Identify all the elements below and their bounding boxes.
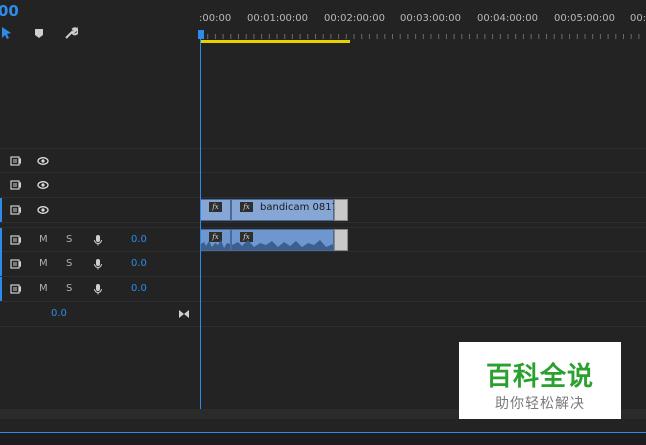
wrench-icon[interactable] <box>64 26 78 40</box>
video-track-row: fx fx bandicam 0817 <box>0 198 646 223</box>
eye-icon[interactable] <box>37 204 49 216</box>
track-header: 0.0 <box>0 302 199 326</box>
sync-lock-icon[interactable] <box>10 258 22 270</box>
track-lane[interactable] <box>199 302 646 326</box>
ruler-label: 00:05:00:00 <box>554 13 616 24</box>
waveform <box>232 240 333 250</box>
sync-lock-icon[interactable] <box>10 204 22 216</box>
track-target-indicator[interactable] <box>0 277 2 301</box>
playhead-handle[interactable] <box>198 30 204 39</box>
clip-label: bandicam 0817 <box>260 202 338 213</box>
master-track-row: 0.0 <box>0 302 646 327</box>
track-target-indicator[interactable] <box>0 228 2 252</box>
clip-end-segment[interactable] <box>334 229 348 251</box>
microphone-icon[interactable] <box>92 234 104 246</box>
track-lane[interactable] <box>199 149 646 173</box>
sync-lock-icon[interactable] <box>10 179 22 191</box>
eye-icon[interactable] <box>37 155 49 167</box>
mute-button[interactable]: M <box>39 283 48 294</box>
microphone-icon[interactable] <box>92 283 104 295</box>
sync-lock-icon[interactable] <box>10 283 22 295</box>
track-header <box>0 198 199 222</box>
audio-track-row: M S 0.0 fx fx <box>0 227 646 252</box>
track-lane[interactable]: fx fx bandicam 0817 <box>199 198 646 222</box>
video-track-row <box>0 148 646 173</box>
track-lane[interactable] <box>199 252 646 276</box>
track-lane[interactable] <box>199 277 646 301</box>
track-volume[interactable]: 0.0 <box>131 258 147 269</box>
video-clip[interactable]: fx <box>200 199 231 221</box>
eye-icon[interactable] <box>37 179 49 191</box>
bottom-panel-edge <box>0 432 646 445</box>
watermark-subtitle: 助你轻松解决 <box>495 396 585 412</box>
track-header <box>0 173 199 197</box>
selection-tool-icon[interactable] <box>0 26 14 40</box>
sync-lock-icon[interactable] <box>10 234 22 246</box>
audio-track-row: M S 0.0 <box>0 277 646 302</box>
audio-track-row: M S 0.0 <box>0 252 646 277</box>
video-track-row <box>0 173 646 198</box>
track-header: M S 0.0 <box>0 228 199 252</box>
ruler-label: :00:00 <box>199 13 232 24</box>
marker-icon[interactable] <box>32 26 46 40</box>
track-header: M S 0.0 <box>0 277 199 301</box>
master-volume[interactable]: 0.0 <box>51 308 67 319</box>
solo-button[interactable]: S <box>66 283 72 294</box>
bowtie-icon[interactable] <box>178 308 190 320</box>
ruler-label: 00:03:00:00 <box>400 13 462 24</box>
track-header: M S 0.0 <box>0 252 199 276</box>
track-target-indicator[interactable] <box>0 252 2 276</box>
ruler-label: 00:04:00:00 <box>477 13 539 24</box>
waveform <box>201 240 230 250</box>
clip-end-segment[interactable] <box>334 199 348 221</box>
ruler-label: 00: <box>630 13 646 24</box>
sync-lock-icon[interactable] <box>10 155 22 167</box>
audio-clip[interactable]: fx <box>200 229 231 251</box>
solo-button[interactable]: S <box>66 258 72 269</box>
current-timecode[interactable]: 00 <box>0 2 19 20</box>
video-clip[interactable]: fx bandicam 0817 <box>231 199 338 221</box>
track-header <box>0 149 199 173</box>
mute-button[interactable]: M <box>39 234 48 245</box>
track-lane[interactable]: fx fx <box>199 228 646 252</box>
fx-badge: fx <box>209 202 222 212</box>
track-target-indicator[interactable] <box>0 198 2 222</box>
watermark-title: 百科全说 <box>485 362 594 392</box>
ruler-ticks <box>199 34 640 39</box>
audio-clip[interactable]: fx <box>231 229 334 251</box>
microphone-icon[interactable] <box>92 258 104 270</box>
ruler-label: 00:02:00:00 <box>324 13 386 24</box>
mute-button[interactable]: M <box>39 258 48 269</box>
track-volume[interactable]: 0.0 <box>131 283 147 294</box>
playhead-line[interactable] <box>200 38 201 410</box>
time-ruler[interactable]: :00:00 00:01:00:00 00:02:00:00 00:03:00:… <box>199 0 646 44</box>
track-lane[interactable] <box>199 173 646 197</box>
ruler-label: 00:01:00:00 <box>247 13 309 24</box>
work-area-bar[interactable] <box>201 40 350 43</box>
track-volume[interactable]: 0.0 <box>131 234 147 245</box>
fx-badge: fx <box>240 202 253 212</box>
solo-button[interactable]: S <box>66 234 72 245</box>
watermark-logo: 百科全说 助你轻松解决 <box>459 342 621 419</box>
